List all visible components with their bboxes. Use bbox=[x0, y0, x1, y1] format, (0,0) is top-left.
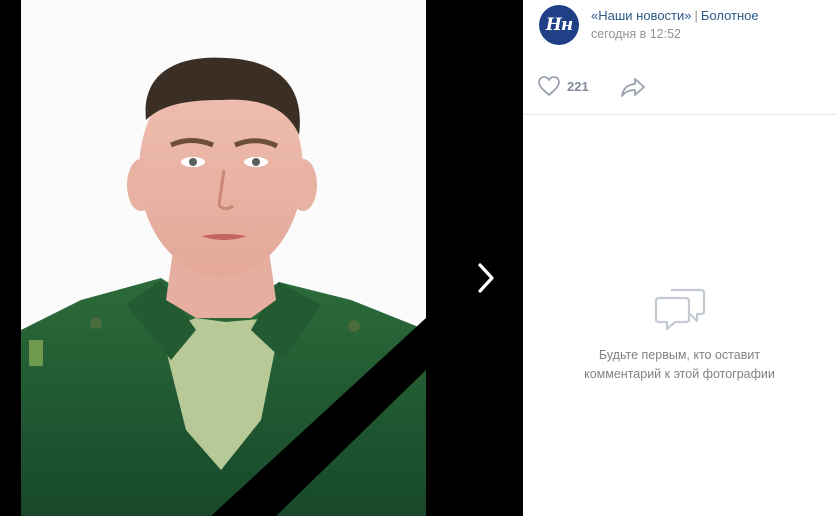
photo-viewer bbox=[0, 0, 523, 516]
portrait-image bbox=[21, 0, 426, 516]
post-actions: 221 bbox=[523, 62, 836, 112]
speech-bubbles-icon bbox=[654, 288, 705, 331]
empty-comments: Будьте первым, кто оставит комментарий к… bbox=[523, 284, 836, 384]
post-timestamp[interactable]: сегодня в 12:52 bbox=[591, 27, 681, 41]
photo[interactable] bbox=[21, 0, 426, 516]
share-button[interactable] bbox=[619, 74, 647, 100]
avatar-text: Нн bbox=[545, 15, 573, 35]
divider bbox=[523, 114, 836, 115]
empty-comments-line1: Будьте первым, кто оставит bbox=[598, 348, 761, 362]
heart-icon bbox=[538, 76, 560, 96]
author-separator: | bbox=[694, 8, 698, 23]
post-header: Нн «Наши новости» | Болотное сегодня в 12:… bbox=[523, 0, 836, 52]
location-link[interactable]: Болотное bbox=[701, 8, 759, 23]
author-avatar[interactable]: Нн bbox=[539, 5, 579, 45]
empty-comments-text: Будьте первым, кто оставит комментарий к… bbox=[565, 346, 795, 384]
author-name-link[interactable]: «Наши новости» bbox=[591, 8, 692, 23]
author-line: «Наши новости» | Болотное bbox=[591, 8, 759, 23]
info-panel: Нн «Наши новости» | Болотное сегодня в 12:… bbox=[523, 0, 836, 516]
chevron-right-icon bbox=[478, 263, 494, 293]
empty-comments-line2: комментарий к этой фотографии bbox=[584, 367, 775, 381]
like-count: 221 bbox=[567, 78, 589, 94]
next-photo-button[interactable] bbox=[460, 238, 512, 318]
share-arrow-icon bbox=[621, 78, 645, 97]
like-button[interactable]: 221 bbox=[537, 72, 589, 100]
